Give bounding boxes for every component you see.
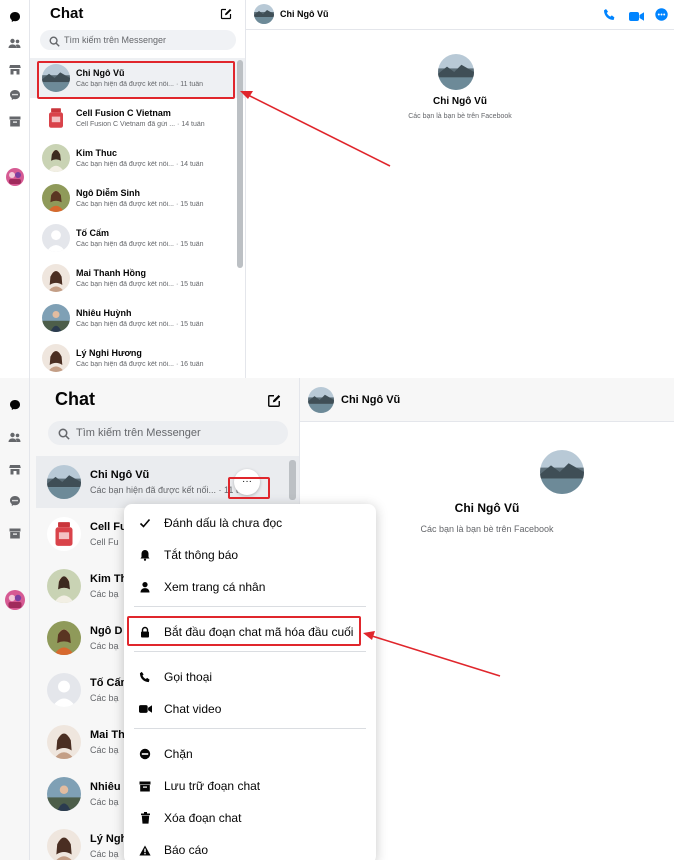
annotation-arrow-1 — [240, 91, 391, 167]
screenshot-top: Chat Chi Ngô VũCác bạn hiện đã được kết … — [0, 0, 674, 378]
annotation-arrow-2 — [363, 631, 501, 677]
screenshot-bottom: Chat Chi Ngô VũCác bạn hiện đã được kết … — [0, 378, 674, 860]
